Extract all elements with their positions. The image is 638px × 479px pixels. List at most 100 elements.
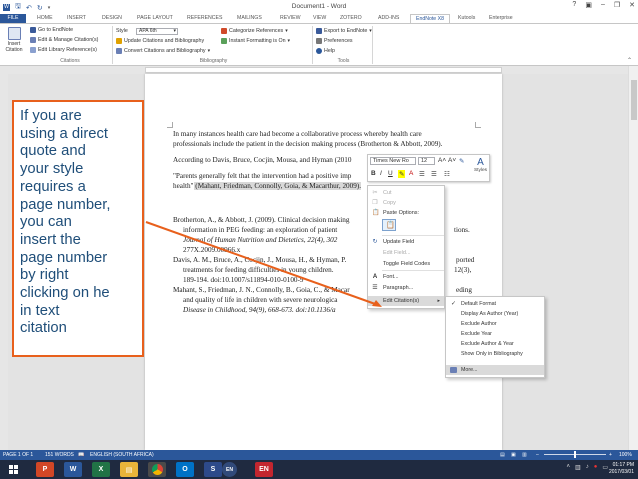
tab-file[interactable]: FILE [0, 14, 26, 23]
zoom-in-icon[interactable]: + [609, 450, 612, 460]
go-to-endnote-button[interactable]: Go to EndNote [30, 27, 73, 33]
paragraph-3-line-1[interactable]: "Parents generally felt that the interve… [173, 172, 351, 182]
reference-1-line-1[interactable]: Brotherton, A., & Abbott, J. (2009). Cli… [173, 216, 349, 226]
ribbon-display-options-icon[interactable]: ▣ [585, 1, 592, 9]
preferences-button[interactable]: Preferences [316, 38, 353, 44]
document-page[interactable]: In many instances health care had become… [145, 74, 502, 450]
proofing-icon[interactable]: 📖 [78, 450, 84, 460]
tab-zotero[interactable]: ZOTERO [340, 14, 362, 23]
scrollbar-thumb[interactable] [631, 80, 637, 120]
reference-3-line-3[interactable]: Disease in Childhood, 94(9), 668-673. do… [183, 306, 336, 316]
tab-enterprise[interactable]: Enterprise [489, 14, 513, 23]
zoom-level[interactable]: 100% [619, 450, 632, 460]
menu-item-copy[interactable]: ❐ Copy [368, 198, 444, 208]
page-count[interactable]: PAGE 1 OF 1 [3, 450, 33, 460]
submenu-item-exclude-author-year[interactable]: Exclude Author & Year [446, 339, 544, 349]
tab-add-ins[interactable]: ADD-INS [378, 14, 399, 23]
clock[interactable]: 01:17 PM 2017/03/01 [609, 462, 634, 476]
endnote-taskbar-icon[interactable]: EN [255, 462, 273, 477]
reference-3-line-1[interactable]: Mahant, S., Friedman, J. N., Connolly, B… [173, 286, 350, 296]
submenu-item-show-only-bibliography[interactable]: Show Only in Bibliography [446, 349, 544, 359]
print-layout-icon[interactable]: ▣ [511, 450, 516, 460]
help-icon[interactable]: ? [572, 1, 576, 9]
menu-item-paragraph[interactable]: ☰ Paragraph... [368, 283, 444, 293]
language-indicator[interactable]: ENGLISH (SOUTH AFRICA) [90, 450, 154, 460]
submenu-item-default-format[interactable]: ✓ Default Format [446, 299, 544, 309]
antivirus-icon[interactable]: ● [594, 464, 598, 471]
styles-button[interactable]: A Styles [472, 157, 489, 173]
submenu-item-more[interactable]: More... [446, 365, 544, 375]
grow-font-icon[interactable]: A˄ [438, 157, 446, 164]
bullets-icon[interactable]: ☰ [419, 170, 425, 178]
menu-item-edit-citations[interactable]: Edit Citation(s) ▸ [368, 296, 444, 306]
horizontal-ruler[interactable] [0, 66, 638, 74]
reference-1-line-2-end[interactable]: tions. [454, 226, 470, 236]
menu-item-cut[interactable]: ✂ Cut [368, 188, 444, 198]
zoom-slider-thumb[interactable] [574, 451, 576, 458]
vertical-ruler[interactable] [0, 74, 8, 450]
in-text-citation[interactable]: (Mahant, Friedman, Connolly, Goia, & Mac… [193, 182, 362, 190]
zoom-slider[interactable] [544, 451, 606, 458]
paragraph-3-line-2[interactable]: health" (Mahant, Friedman, Connolly, Goi… [173, 182, 362, 192]
submenu-item-exclude-author[interactable]: Exclude Author [446, 319, 544, 329]
reference-2-line-1[interactable]: Davis, A. M., Bruce, A., Cocjin, J., Mou… [173, 256, 346, 266]
minimize-icon[interactable]: – [601, 1, 605, 9]
italic-icon[interactable]: I [380, 170, 382, 177]
style-dropdown[interactable]: APA 6th ▾ [136, 28, 178, 35]
menu-item-font[interactable]: A Font... [368, 272, 444, 282]
reference-2-line-1-end[interactable]: ported [456, 256, 474, 266]
start-icon[interactable] [4, 462, 22, 477]
outlook-icon[interactable]: O [176, 462, 194, 477]
paragraph-1-line-1[interactable]: In many instances health care had become… [173, 130, 422, 140]
styles-pane-icon[interactable]: ☷ [444, 170, 450, 178]
reference-3-line-2[interactable]: and quality of life in children with sev… [183, 296, 337, 306]
powerpoint-icon[interactable]: P [36, 462, 54, 477]
edit-library-reference-button[interactable]: Edit Library Reference(s) [30, 47, 97, 53]
tab-review[interactable]: REVIEW [280, 14, 300, 23]
format-painter-icon[interactable]: ✎ [459, 157, 464, 165]
export-to-endnote-button[interactable]: Export to EndNote ▾ [316, 28, 372, 34]
excel-icon[interactable]: X [92, 462, 110, 477]
submenu-item-exclude-year[interactable]: Exclude Year [446, 329, 544, 339]
submenu-item-display-as-author[interactable]: Display As Author (Year) [446, 309, 544, 319]
web-layout-icon[interactable]: ▥ [522, 450, 527, 460]
skype-icon[interactable]: S [204, 462, 222, 477]
reference-2-line-2[interactable]: treatments for feeding difficulties in y… [183, 266, 334, 276]
network-icon[interactable]: ▥ [575, 464, 581, 471]
tab-design[interactable]: DESIGN [102, 14, 122, 23]
tab-kutools[interactable]: Kutools [458, 14, 475, 23]
help-button[interactable]: Help [316, 48, 335, 54]
word-count[interactable]: 151 WORDS [45, 450, 74, 460]
volume-icon[interactable]: ♪ [586, 464, 589, 471]
vertical-scrollbar[interactable] [628, 66, 638, 450]
underline-icon[interactable]: U [388, 170, 393, 177]
paragraph-1-line-2[interactable]: professionals include the patient in the… [173, 140, 442, 150]
chrome-icon[interactable] [148, 462, 166, 477]
tray-arrow-icon[interactable]: ˄ [567, 464, 571, 471]
font-color-icon[interactable]: A [409, 170, 413, 177]
zoom-out-icon[interactable]: – [536, 450, 539, 460]
font-name-box[interactable]: Times New Ro [370, 157, 416, 165]
read-mode-icon[interactable]: ▤ [500, 450, 505, 460]
restore-icon[interactable]: ❐ [614, 1, 620, 9]
bold-icon[interactable]: B [371, 170, 376, 177]
menu-item-update-field[interactable]: ↻ Update Field [368, 237, 444, 247]
edit-manage-citations-button[interactable]: Edit & Manage Citation(s) [30, 37, 98, 43]
close-icon[interactable]: ✕ [629, 1, 635, 9]
reference-1-line-2[interactable]: information in PEG feeding: an explorati… [183, 226, 337, 236]
reference-1-line-4[interactable]: 277X.2009.00966.x [183, 246, 240, 256]
reference-2-line-2-end[interactable]: 12(3), [454, 266, 471, 276]
tab-mailings[interactable]: MAILINGS [237, 14, 262, 23]
update-citations-button[interactable]: Update Citations and Bibliography [116, 38, 204, 44]
menu-item-edit-field[interactable]: Edit Field... [368, 248, 444, 258]
paragraph-2[interactable]: According to Davis, Bruce, Cocjin, Mousa… [173, 156, 351, 166]
instant-formatting-button[interactable]: Instant Formatting is On ▾ [221, 38, 290, 44]
tab-home[interactable]: HOME [37, 14, 53, 23]
highlight-icon[interactable]: ✎ [398, 170, 406, 178]
word-taskbar-icon[interactable]: W [64, 462, 82, 477]
categorize-references-button[interactable]: Categorize References ▾ [221, 28, 288, 34]
font-size-box[interactable]: 12 [418, 157, 435, 165]
paste-keep-text-button[interactable]: 📋 [382, 219, 396, 231]
language-switcher-icon[interactable]: EN [222, 462, 237, 477]
shrink-font-icon[interactable]: A˅ [448, 157, 456, 164]
